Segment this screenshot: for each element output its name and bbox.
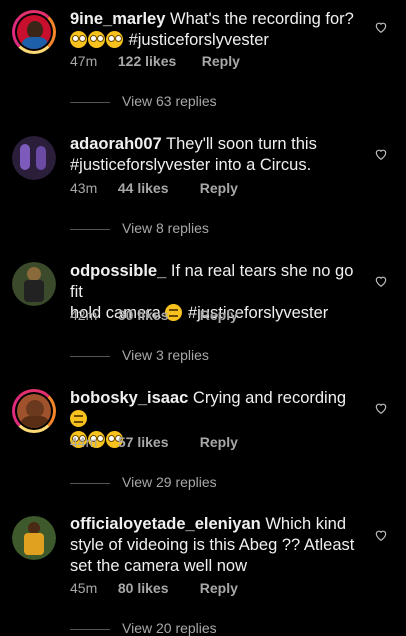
reply-button[interactable]: Reply [200,307,238,323]
comment-text: officialoyetade_eleniyan Which kind styl… [70,514,360,577]
view-replies-button[interactable]: View 63 replies [70,93,217,109]
view-replies-button[interactable]: View 3 replies [70,347,209,363]
username[interactable]: 9ine_marley [70,10,165,28]
comment-body-line-3: set the camera well now [70,557,247,575]
timestamp: 45m [70,580,98,596]
reply-button[interactable]: Reply [200,180,238,196]
comment-body: Crying and recording [192,389,347,407]
divider [70,355,110,357]
heart-icon[interactable] [374,20,388,34]
avatar[interactable] [12,262,56,306]
reply-button[interactable]: Reply [200,580,238,596]
comment-body-line-2: style of videoing is this Abeg ?? Atleas… [70,536,355,554]
username[interactable]: odpossible_ [70,262,166,280]
likes-count[interactable]: 30 likes [118,307,196,323]
divider [70,482,110,484]
rolling-eyes-emoji [88,31,105,48]
username[interactable]: bobosky_isaac [70,389,188,407]
timestamp: 43m [70,180,98,196]
view-replies-button[interactable]: View 20 replies [70,620,217,636]
username[interactable]: adaorah007 [70,135,162,153]
avatar[interactable] [12,516,56,560]
view-replies-button[interactable]: View 8 replies [70,220,209,236]
smirking-emoji [70,410,87,427]
divider [70,101,110,103]
comment-meta: 45m 80 likes Reply [70,580,238,596]
heart-icon[interactable] [374,274,388,288]
avatar[interactable] [12,389,56,433]
reply-button[interactable]: Reply [200,434,238,450]
view-replies-button[interactable]: View 29 replies [70,474,217,490]
hashtag-link[interactable]: #justiceforslyvester [129,31,269,49]
reply-button[interactable]: Reply [202,53,240,69]
comment-meta: 44m 57 likes Reply [70,434,238,450]
rolling-eyes-emoji [106,31,123,48]
comment-body: What's the recording for? [170,10,354,28]
heart-icon[interactable] [374,147,388,161]
timestamp: 47m [70,53,98,69]
divider [70,228,110,230]
comment-text: 9ine_marley What's the recording for? #j… [70,9,360,51]
comment-meta: 42m 30 likes Reply [70,307,238,323]
username[interactable]: officialoyetade_eleniyan [70,515,261,533]
comment-body: Which kind [265,515,347,533]
likes-count[interactable]: 44 likes [118,180,196,196]
divider [70,628,110,630]
comment-text: adaorah007 They'll soon turn this #justi… [70,134,360,176]
avatar[interactable] [12,10,56,54]
likes-count[interactable]: 80 likes [118,580,196,596]
comment-meta: 47m 122 likes Reply [70,53,240,69]
heart-icon[interactable] [374,401,388,415]
rolling-eyes-emoji [70,31,87,48]
likes-count[interactable]: 122 likes [118,53,198,69]
timestamp: 44m [70,434,98,450]
heart-icon[interactable] [374,528,388,542]
likes-count[interactable]: 57 likes [118,434,196,450]
comment-body-line-2: #justiceforslyvester into a Circus. [70,156,312,174]
comment-meta: 43m 44 likes Reply [70,180,238,196]
comment-body: They'll soon turn this [166,135,317,153]
timestamp: 42m [70,307,98,323]
avatar[interactable] [12,136,56,180]
